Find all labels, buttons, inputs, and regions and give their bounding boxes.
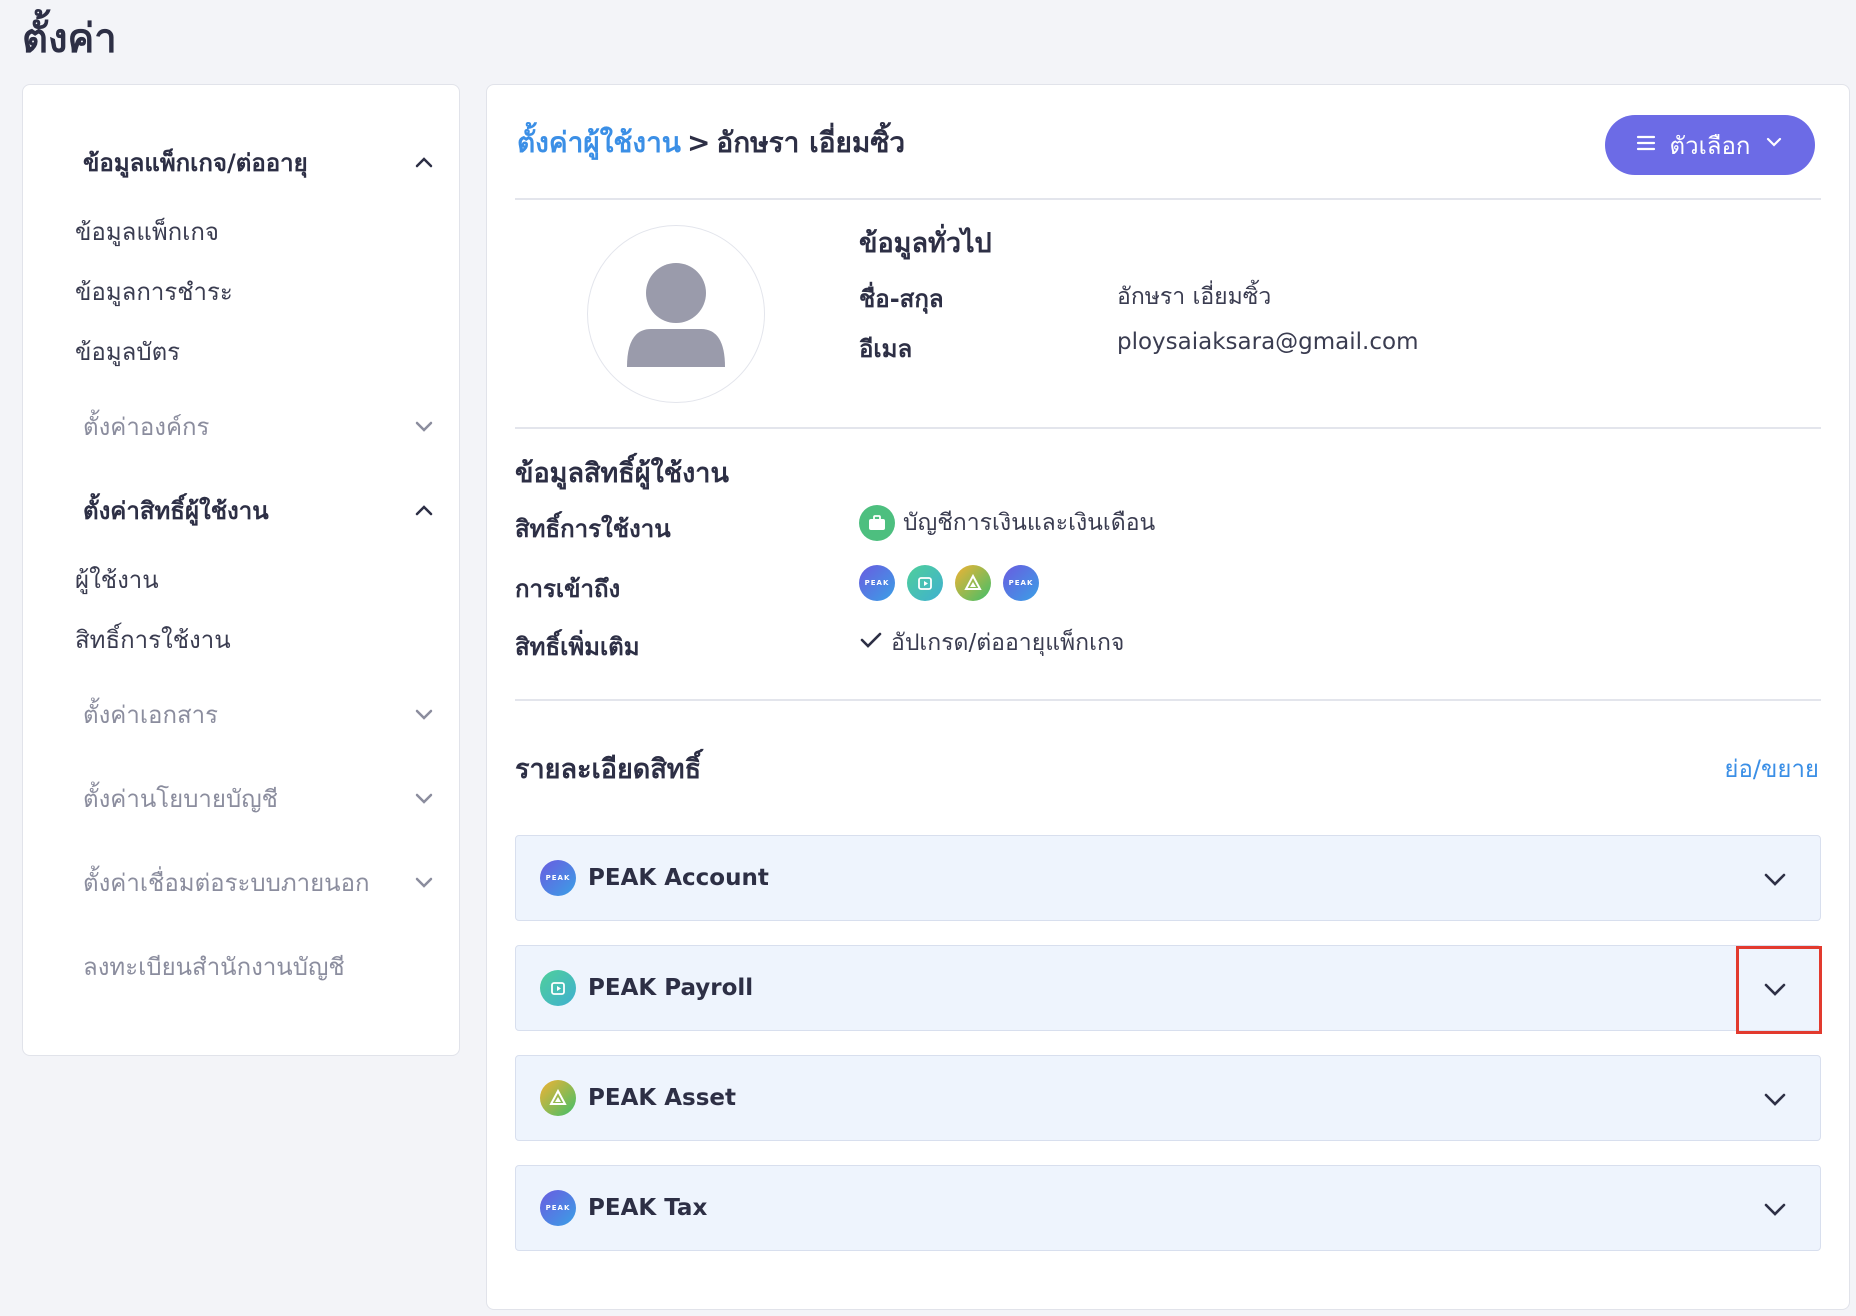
accordion-peak-account[interactable]: PEAK PEAK Account bbox=[515, 835, 1821, 921]
chevron-down-icon bbox=[411, 869, 437, 895]
accordion-title: PEAK Tax bbox=[588, 1195, 708, 1221]
settings-sidebar: ข้อมูลแพ็กเกจ/ต่ออายุ ข้อมูลแพ็กเกจ ข้อม… bbox=[22, 84, 460, 1056]
options-button[interactable]: ตัวเลือก bbox=[1605, 115, 1815, 175]
chevron-down-icon[interactable] bbox=[1760, 864, 1790, 894]
sidebar-group-label: ลงทะเบียนสำนักงานบัญชี bbox=[83, 952, 345, 981]
chevron-down-icon bbox=[1764, 131, 1784, 159]
peak-tax-icon: PEAK bbox=[540, 1190, 576, 1226]
sidebar-item-payment-info[interactable]: ข้อมูลการชำระ bbox=[75, 269, 233, 313]
access-label: การเข้าถึง bbox=[515, 575, 621, 603]
accordion-title: PEAK Payroll bbox=[588, 975, 754, 1001]
chevron-down-icon bbox=[411, 413, 437, 439]
briefcase-icon bbox=[859, 505, 895, 541]
chevron-down-icon bbox=[411, 701, 437, 727]
sidebar-group-label: ตั้งค่านโยบายบัญชี bbox=[83, 784, 278, 813]
peak-payroll-icon bbox=[907, 565, 943, 601]
chevron-down-icon[interactable] bbox=[1760, 1084, 1790, 1114]
sidebar-group-external-integrations[interactable]: ตั้งค่าเชื่อมต่อระบบภายนอก bbox=[83, 859, 437, 905]
peak-account-icon: PEAK bbox=[540, 860, 576, 896]
peak-asset-icon bbox=[540, 1080, 576, 1116]
sidebar-item-package-info[interactable]: ข้อมูลแพ็กเกจ bbox=[75, 209, 219, 253]
sidebar-group-organization[interactable]: ตั้งค่าองค์กร bbox=[83, 403, 437, 449]
sidebar-item-label: ข้อมูลแพ็กเกจ bbox=[75, 217, 219, 246]
accordion-title: PEAK Asset bbox=[588, 1085, 736, 1111]
peak-account-icon: PEAK bbox=[859, 565, 895, 601]
user-icon bbox=[627, 263, 725, 367]
permissions-title: ข้อมูลสิทธิ์ผู้ใช้งาน bbox=[515, 458, 729, 489]
sidebar-item-label: สิทธิ์การใช้งาน bbox=[75, 625, 231, 654]
chevron-up-icon bbox=[411, 149, 437, 175]
sidebar-group-package[interactable]: ข้อมูลแพ็กเกจ/ต่ออายุ bbox=[83, 139, 437, 185]
sidebar-item-register-accounting-office[interactable]: ลงทะเบียนสำนักงานบัญชี bbox=[83, 943, 437, 989]
general-info-title: ข้อมูลทั่วไป bbox=[859, 228, 992, 259]
breadcrumb-separator: > bbox=[686, 126, 711, 159]
extra-rights-value: อัปเกรด/ต่ออายุแพ็กเกจ bbox=[859, 625, 1124, 661]
avatar bbox=[587, 225, 765, 403]
sidebar-item-label: ข้อมูลการชำระ bbox=[75, 277, 233, 306]
name-value: อักษรา เอี่ยมซิ้ว bbox=[1117, 284, 1272, 310]
email-value: ploysaiaksara@gmail.com bbox=[1117, 329, 1419, 355]
page-title: ตั้งค่า bbox=[22, 16, 117, 62]
sidebar-item-usage-rights[interactable]: สิทธิ์การใช้งาน bbox=[75, 617, 231, 661]
accordion-title: PEAK Account bbox=[588, 865, 769, 891]
breadcrumb: ตั้งค่าผู้ใช้งาน > อักษรา เอี่ยมซิ้ว bbox=[517, 121, 905, 165]
peak-tax-icon: PEAK bbox=[1003, 565, 1039, 601]
divider bbox=[515, 699, 1821, 701]
chevron-up-icon bbox=[411, 497, 437, 523]
sidebar-group-label: ตั้งค่าเอกสาร bbox=[83, 700, 218, 729]
menu-icon bbox=[1636, 131, 1656, 159]
email-label: อีเมล bbox=[859, 335, 913, 363]
options-button-label: ตัวเลือก bbox=[1669, 132, 1751, 160]
sidebar-group-label: ตั้งค่าองค์กร bbox=[83, 412, 210, 441]
sidebar-item-users[interactable]: ผู้ใช้งาน bbox=[75, 557, 159, 601]
sidebar-group-user-permissions[interactable]: ตั้งค่าสิทธิ์ผู้ใช้งาน bbox=[83, 487, 437, 533]
access-apps: PEAK PEAK bbox=[859, 565, 1039, 601]
name-label: ชื่อ-สกุล bbox=[859, 285, 944, 313]
breadcrumb-link[interactable]: ตั้งค่าผู้ใช้งาน bbox=[517, 126, 681, 159]
permission-details-title: รายละเอียดสิทธิ์ bbox=[515, 754, 702, 785]
sidebar-group-label: ตั้งค่าเชื่อมต่อระบบภายนอก bbox=[83, 868, 370, 897]
sidebar-group-documents[interactable]: ตั้งค่าเอกสาร bbox=[83, 691, 437, 737]
usage-rights-text: บัญชีการเงินและเงินเดือน bbox=[903, 510, 1156, 536]
accordion-peak-payroll[interactable]: PEAK Payroll bbox=[515, 945, 1821, 1031]
chevron-down-icon bbox=[411, 785, 437, 811]
chevron-down-icon[interactable] bbox=[1760, 1194, 1790, 1224]
accordion-peak-asset[interactable]: PEAK Asset bbox=[515, 1055, 1821, 1141]
usage-rights-value: บัญชีการเงินและเงินเดือน bbox=[859, 505, 1155, 541]
extra-rights-text: อัปเกรด/ต่ออายุแพ็กเกจ bbox=[891, 630, 1125, 656]
usage-rights-label: สิทธิ์การใช้งาน bbox=[515, 515, 671, 543]
collapse-expand-link[interactable]: ย่อ/ขยาย bbox=[1724, 749, 1819, 788]
highlight-box bbox=[1736, 946, 1822, 1034]
sidebar-group-accounting-policy[interactable]: ตั้งค่านโยบายบัญชี bbox=[83, 775, 437, 821]
peak-payroll-icon bbox=[540, 970, 576, 1006]
sidebar-group-label: ข้อมูลแพ็กเกจ/ต่ออายุ bbox=[83, 148, 308, 177]
extra-rights-label: สิทธิ์เพิ่มเติม bbox=[515, 633, 640, 661]
sidebar-item-label: ผู้ใช้งาน bbox=[75, 565, 159, 594]
sidebar-item-label: ข้อมูลบัตร bbox=[75, 337, 181, 366]
sidebar-group-label: ตั้งค่าสิทธิ์ผู้ใช้งาน bbox=[83, 496, 269, 525]
breadcrumb-current: อักษรา เอี่ยมซิ้ว bbox=[716, 126, 906, 159]
user-settings-panel: ตั้งค่าผู้ใช้งาน > อักษรา เอี่ยมซิ้ว ตัวเล… bbox=[486, 84, 1850, 1310]
divider bbox=[515, 198, 1821, 200]
divider bbox=[515, 427, 1821, 429]
accordion-peak-tax[interactable]: PEAK PEAK Tax bbox=[515, 1165, 1821, 1251]
check-icon bbox=[859, 628, 883, 658]
sidebar-item-card-info[interactable]: ข้อมูลบัตร bbox=[75, 329, 180, 373]
peak-asset-icon bbox=[955, 565, 991, 601]
